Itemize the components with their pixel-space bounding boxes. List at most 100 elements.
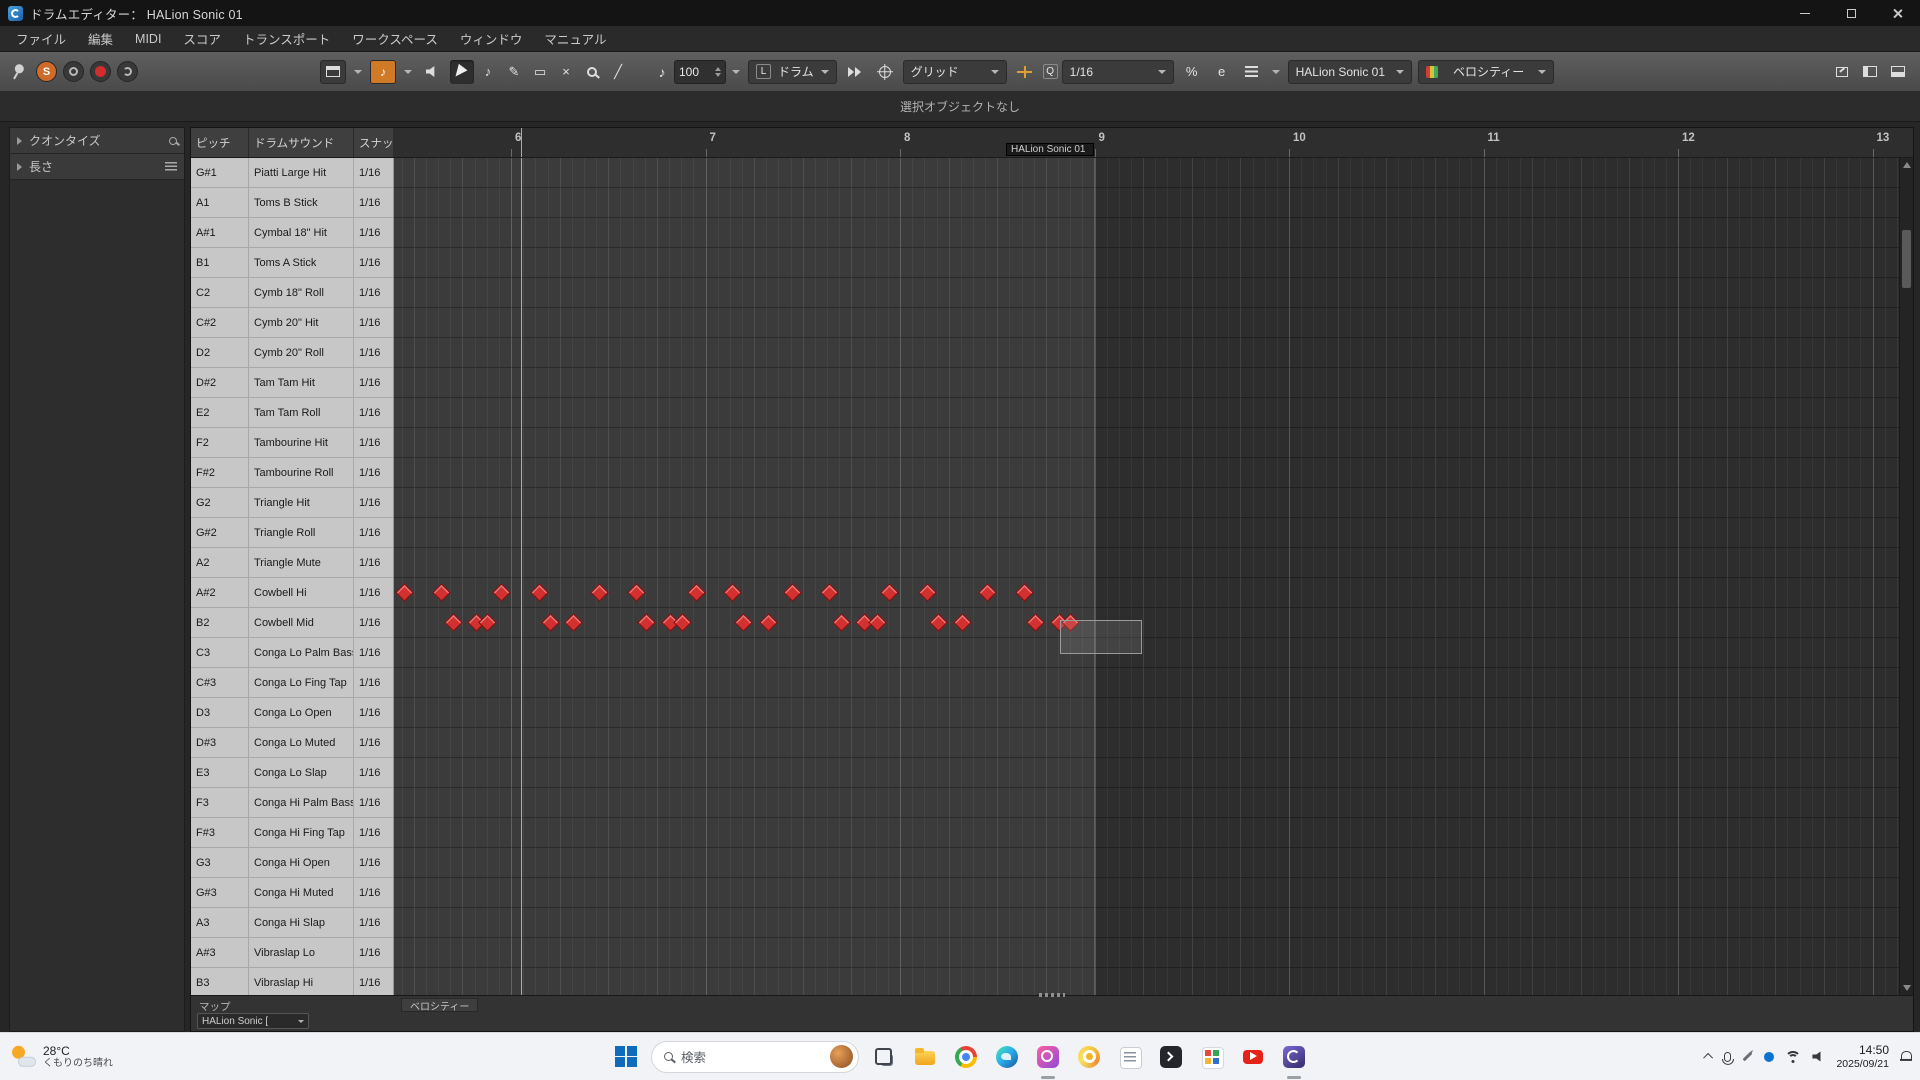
taskbar-app-task-view[interactable] <box>868 1041 900 1073</box>
lower-zone-toggle-button[interactable] <box>1886 60 1910 84</box>
taskbar-app-media-app[interactable] <box>1032 1041 1064 1073</box>
menu-item[interactable]: マニュアル <box>533 25 617 52</box>
drum-row[interactable]: C#2Cymb 20" Hit1/16 <box>191 308 393 338</box>
drum-row[interactable]: G#3Conga Hi Muted1/16 <box>191 878 393 908</box>
auto-select-controllers-button[interactable] <box>873 60 897 84</box>
maximize-button[interactable] <box>1828 0 1874 26</box>
scroll-down-icon[interactable] <box>1903 985 1911 991</box>
drum-row[interactable]: F#3Conga Hi Fing Tap1/16 <box>191 818 393 848</box>
vertical-scrollbar[interactable] <box>1899 158 1913 995</box>
menu-item[interactable]: MIDI <box>124 28 172 50</box>
notifications-icon[interactable] <box>1900 1050 1912 1063</box>
drum-row[interactable]: G#2Triangle Roll1/16 <box>191 518 393 548</box>
menu-item[interactable]: 編集 <box>77 25 124 52</box>
start-button[interactable] <box>610 1041 642 1073</box>
drum-row[interactable]: B2Cowbell Mid1/16 <box>191 608 393 638</box>
taskbar-app-office-app[interactable] <box>1196 1041 1228 1073</box>
drum-row[interactable]: F#2Tambourine Roll1/16 <box>191 458 393 488</box>
length-panel-header[interactable]: 長さ <box>10 154 184 180</box>
spinner-arrows-icon[interactable] <box>715 67 721 77</box>
magnifier-icon[interactable] <box>169 137 177 145</box>
wifi-icon[interactable] <box>1785 1051 1801 1063</box>
taskbar-app-chrome-2[interactable] <box>1073 1041 1105 1073</box>
quantize-panel-header[interactable]: クオンタイズ <box>10 128 184 154</box>
drum-row[interactable]: F2Tambourine Hit1/16 <box>191 428 393 458</box>
drum-row[interactable]: A2Triangle Mute1/16 <box>191 548 393 578</box>
lane-resize-handle[interactable] <box>1039 993 1065 997</box>
drum-map-dropdown[interactable]: HALion Sonic [ <box>197 1013 309 1029</box>
menu-item[interactable]: ウィンドウ <box>449 25 534 52</box>
zoom-tool-button[interactable] <box>580 60 604 84</box>
taskbar-app-file-explorer[interactable] <box>909 1041 941 1073</box>
volume-icon[interactable] <box>1812 1051 1825 1062</box>
drum-row[interactable]: G#1Piatti Large Hit1/16 <box>191 158 393 188</box>
pin-icon[interactable] <box>6 59 30 84</box>
drum-row[interactable]: A1Toms B Stick1/16 <box>191 188 393 218</box>
swing-quantize-button[interactable]: % <box>1180 60 1204 84</box>
taskbar-app-chrome[interactable] <box>950 1041 982 1073</box>
clock[interactable]: 14:50 2025/09/21 <box>1836 1042 1889 1070</box>
panel-menu-icon[interactable] <box>165 162 177 171</box>
record-in-editor-button[interactable] <box>90 61 111 82</box>
drum-row[interactable]: E3Conga Lo Slap1/16 <box>191 758 393 788</box>
edited-part-dropdown[interactable]: HALion Sonic 01 <box>1288 60 1412 84</box>
drum-row[interactable]: A#2Cowbell Hi1/16 <box>191 578 393 608</box>
solo-editor-button[interactable]: S <box>36 61 57 82</box>
drum-row[interactable]: D3Conga Lo Open1/16 <box>191 698 393 728</box>
note-grid[interactable] <box>393 158 1899 995</box>
timeline-ruler[interactable]: 678910111213HALion Sonic 01 <box>393 128 1913 157</box>
velocity-lane-tab[interactable]: ベロシティー <box>401 998 478 1012</box>
taskbar-app-terminal[interactable] <box>1155 1041 1187 1073</box>
menu-item[interactable]: ワークスペース <box>341 25 449 52</box>
drum-row[interactable]: C3Conga Lo Palm Bass1/16 <box>191 638 393 668</box>
midi-step-input-button[interactable] <box>1013 60 1037 84</box>
event-color-scheme-dropdown[interactable]: ベロシティー <box>1418 60 1554 84</box>
erase-tool-button[interactable]: ▭ <box>528 60 552 84</box>
taskbar-search[interactable]: 検索 <box>651 1041 859 1073</box>
bluetooth-icon[interactable] <box>1764 1052 1774 1062</box>
feedback-speaker-button[interactable] <box>420 60 444 84</box>
lane-layers-button[interactable] <box>1240 60 1264 84</box>
drum-row[interactable]: B3Vibraslap Hi1/16 <box>191 968 393 995</box>
layers-dropdown-arrow[interactable] <box>1272 70 1280 74</box>
sound-column-header[interactable]: ドラムサウンド <box>249 128 354 157</box>
snap-column-header[interactable]: スナップ <box>354 128 393 157</box>
drum-row[interactable]: C#3Conga Lo Fing Tap1/16 <box>191 668 393 698</box>
drum-row[interactable]: D#3Conga Lo Muted1/16 <box>191 728 393 758</box>
menu-item[interactable]: ファイル <box>5 25 77 52</box>
mute-tool-button[interactable]: × <box>554 60 578 84</box>
pitch-column-header[interactable]: ピッチ <box>191 128 249 157</box>
drum-row[interactable]: A3Conga Hi Slap1/16 <box>191 908 393 938</box>
event-colors-dropdown-arrow[interactable] <box>404 70 412 74</box>
close-button[interactable] <box>1874 0 1920 26</box>
quantize-dropdown[interactable]: 1/16 <box>1062 60 1174 84</box>
microphone-icon[interactable] <box>1724 1052 1731 1062</box>
drum-row[interactable]: F3Conga Hi Palm Bass1/16 <box>191 788 393 818</box>
drum-row[interactable]: D2Cymb 20" Roll1/16 <box>191 338 393 368</box>
insert-velocity-dropdown-arrow[interactable] <box>732 70 740 74</box>
pen-icon[interactable] <box>1743 1052 1753 1062</box>
drum-row[interactable]: E2Tam Tam Roll1/16 <box>191 398 393 428</box>
left-zone-toggle-button[interactable] <box>1858 60 1882 84</box>
drum-row[interactable]: B1Toms A Stick1/16 <box>191 248 393 278</box>
project-cursor[interactable] <box>521 158 522 995</box>
taskbar-app-cubase[interactable] <box>1278 1041 1310 1073</box>
open-in-window-button[interactable] <box>1830 60 1854 84</box>
drum-row[interactable]: A#1Cymbal 18" Hit1/16 <box>191 218 393 248</box>
scrollbar-thumb[interactable] <box>1902 230 1911 288</box>
taskbar-app-video-app[interactable] <box>1237 1041 1269 1073</box>
drum-row[interactable]: D#2Tam Tam Hit1/16 <box>191 368 393 398</box>
drum-row[interactable]: G2Triangle Hit1/16 <box>191 488 393 518</box>
line-tool-button[interactable]: ╱ <box>606 60 630 84</box>
drum-row[interactable]: C2Cymb 18" Roll1/16 <box>191 278 393 308</box>
menu-item[interactable]: トランスポート <box>232 25 341 52</box>
taskbar-app-edge[interactable] <box>991 1041 1023 1073</box>
loop-button[interactable] <box>117 61 138 82</box>
double-arrow-button[interactable] <box>843 60 867 84</box>
drum-row[interactable]: G3Conga Hi Open1/16 <box>191 848 393 878</box>
event-colors-button[interactable]: ♪ <box>370 60 396 84</box>
grid-type-dropdown[interactable]: グリッド <box>903 60 1007 84</box>
tray-overflow-icon[interactable] <box>1704 1053 1714 1063</box>
menu-item[interactable]: スコア <box>172 25 232 52</box>
weather-widget[interactable]: 28°C くもりのち晴れ <box>10 1043 113 1069</box>
